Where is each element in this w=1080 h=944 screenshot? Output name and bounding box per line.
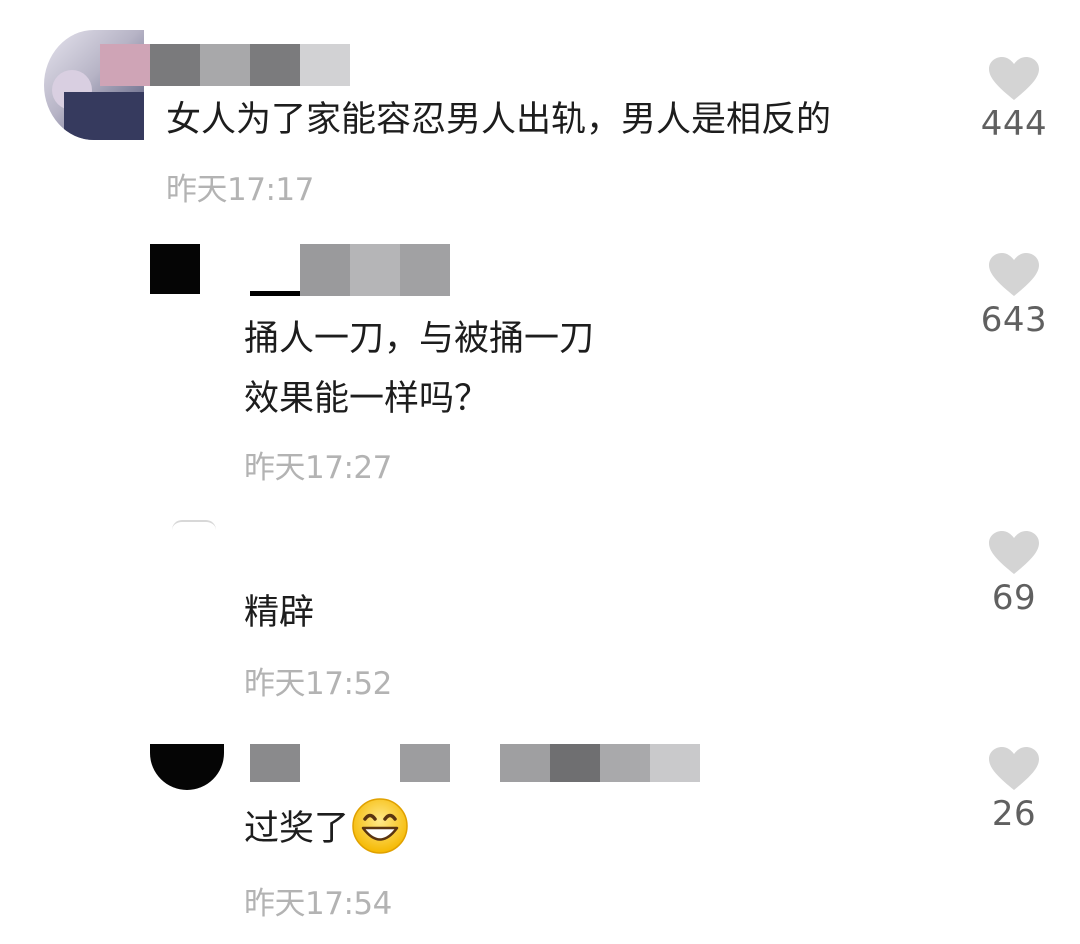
comment-text-line: 效果能一样吗？	[244, 379, 490, 419]
heart-icon[interactable]	[988, 746, 1040, 792]
like-count: 643	[980, 300, 1048, 340]
like-button[interactable]: 643	[969, 252, 1059, 340]
comment-text-content: 过奖了	[244, 809, 350, 849]
comment-text-line: 捅人一刀，与被捅一刀	[244, 319, 595, 359]
heart-icon[interactable]	[988, 56, 1040, 102]
username-redacted[interactable]	[100, 44, 350, 86]
comment-text: 过奖了	[244, 798, 409, 857]
comment-timestamp: 昨天17:17	[166, 172, 314, 208]
heart-icon[interactable]	[988, 530, 1040, 576]
like-button[interactable]: 26	[969, 746, 1059, 834]
grinning-face-emoji-icon	[352, 798, 408, 854]
comment-text: 精辟	[244, 593, 315, 633]
like-count: 444	[980, 104, 1048, 144]
comment-text: 女人为了家能容忍男人出轨，男人是相反的	[166, 100, 832, 140]
avatar[interactable]	[150, 244, 200, 294]
avatar-shape	[64, 92, 144, 140]
like-count: 26	[991, 794, 1037, 834]
username-redacted[interactable]	[250, 244, 450, 296]
avatar[interactable]	[150, 744, 224, 790]
comment-timestamp: 昨天17:54	[244, 886, 392, 922]
comment-timestamp: 昨天17:27	[244, 450, 392, 486]
like-button[interactable]: 69	[969, 530, 1059, 618]
heart-icon[interactable]	[988, 252, 1040, 298]
like-count: 69	[991, 578, 1037, 618]
comment-timestamp: 昨天17:52	[244, 666, 392, 702]
username-redacted[interactable]	[250, 744, 700, 782]
avatar[interactable]	[172, 520, 216, 530]
like-button[interactable]: 444	[969, 56, 1059, 144]
